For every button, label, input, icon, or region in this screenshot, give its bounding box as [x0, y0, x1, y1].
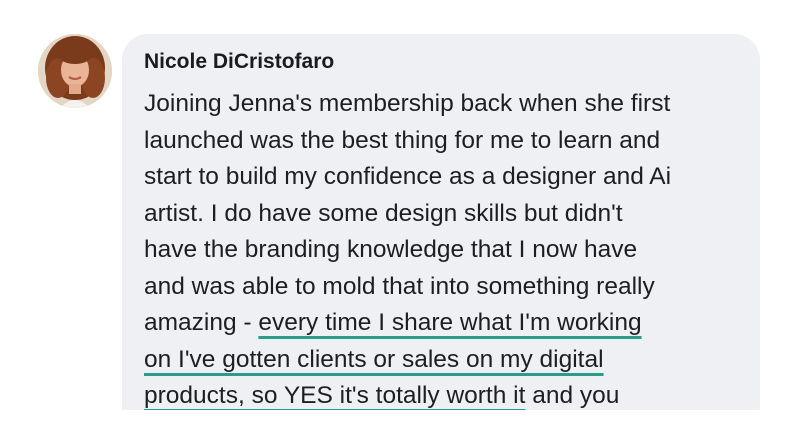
- comment-bubble: Nicole DiCristofaro Joining Jenna's memb…: [122, 34, 760, 410]
- comment-line: and was able to mold that into something…: [144, 272, 655, 300]
- comment-line: products, so YES it's totally worth it a…: [144, 378, 671, 410]
- highlighted-text: on I've gotten clients or sales on my di…: [144, 345, 604, 373]
- comment-text-segment: and you: [525, 382, 620, 409]
- comment-screenshot: Nicole DiCristofaro Joining Jenna's memb…: [0, 0, 800, 443]
- comment-text-segment: amazing -: [144, 309, 259, 336]
- comment-author[interactable]: Nicole DiCristofaro: [144, 50, 334, 74]
- comment-line: Joining Jenna's membership back when she…: [144, 90, 671, 117]
- comment-line: have the branding knowledge that I now h…: [144, 236, 638, 263]
- comment-line: start to build my confidence as a design…: [144, 163, 672, 190]
- comment-line: artist. I do have some design skills but…: [144, 199, 623, 227]
- comment-text: Joining Jenna's membership back when she…: [144, 86, 671, 410]
- comment-line: launched was the best thing for me to le…: [144, 126, 661, 154]
- avatar[interactable]: [38, 34, 112, 108]
- highlighted-text: every time I share what I'm working: [258, 309, 642, 336]
- profile-photo-icon: [38, 34, 112, 108]
- comment-line: amazing - every time I share what I'm wo…: [144, 305, 671, 342]
- highlighted-text: products, so YES it's totally worth it: [144, 382, 526, 409]
- comment-line: on I've gotten clients or sales on my di…: [144, 342, 671, 379]
